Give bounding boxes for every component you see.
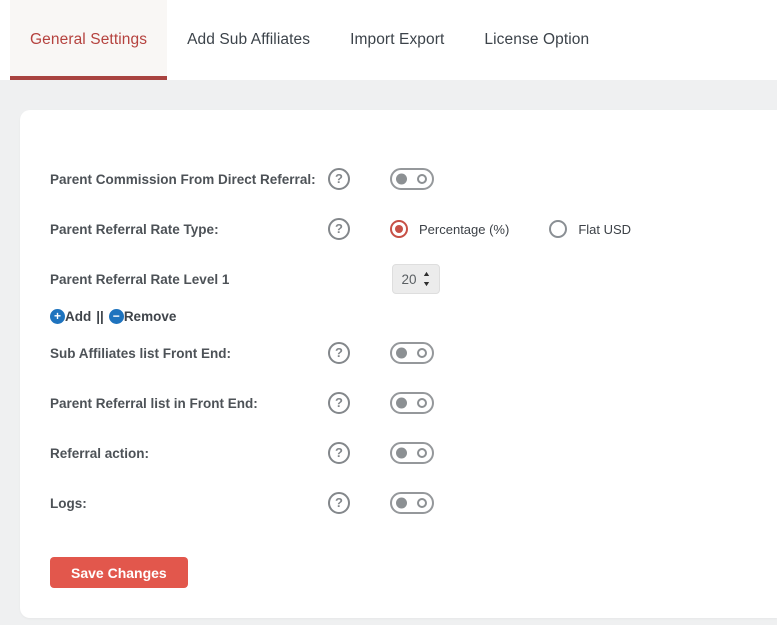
- toggle-ring: [417, 448, 427, 458]
- remove-level-link[interactable]: − Remove: [108, 308, 177, 324]
- help-icon[interactable]: ?: [328, 342, 350, 364]
- tab-label: Import Export: [350, 31, 445, 48]
- toggle-ring: [417, 348, 427, 358]
- parent-referral-list-label: Parent Referral list in Front End:: [50, 395, 258, 411]
- parent-commission-toggle[interactable]: [390, 168, 434, 190]
- row-sub-affiliates-list: Sub Affiliates list Front End: ?: [50, 328, 737, 378]
- parent-referral-list-toggle[interactable]: [390, 392, 434, 414]
- help-icon[interactable]: ?: [328, 442, 350, 464]
- rate-type-label: Parent Referral Rate Type:: [50, 221, 219, 237]
- settings-tab-bar: General Settings Add Sub Affiliates Impo…: [0, 0, 777, 80]
- tab-label: License Option: [484, 31, 590, 48]
- logs-toggle[interactable]: [390, 492, 434, 514]
- row-parent-commission: Parent Commission From Direct Referral: …: [50, 154, 737, 204]
- toggle-knob: [396, 397, 407, 409]
- spinner-up-icon[interactable]: ▲: [422, 271, 431, 278]
- toggle-ring: [417, 498, 427, 508]
- minus-circle-icon: −: [108, 308, 124, 324]
- sub-affiliates-list-label: Sub Affiliates list Front End:: [50, 345, 231, 361]
- radio-dot: [554, 225, 562, 233]
- general-settings-panel: Parent Commission From Direct Referral: …: [20, 110, 777, 618]
- help-icon[interactable]: ?: [328, 218, 350, 240]
- radio-option-flat-usd[interactable]: Flat USD: [549, 220, 631, 238]
- referral-action-toggle[interactable]: [390, 442, 434, 464]
- row-rate-level: Parent Referral Rate Level 1 ▲ ▼ + Add |…: [50, 254, 737, 328]
- referral-action-label: Referral action:: [50, 445, 150, 461]
- link-separator: ||: [96, 308, 104, 324]
- tab-add-sub-affiliates[interactable]: Add Sub Affiliates: [167, 0, 330, 80]
- save-changes-button[interactable]: Save Changes: [50, 557, 188, 588]
- toggle-knob: [396, 497, 407, 509]
- remove-level-label: Remove: [123, 308, 177, 324]
- help-icon[interactable]: ?: [328, 492, 350, 514]
- row-rate-type: Parent Referral Rate Type: ? Percentage …: [50, 204, 737, 254]
- row-logs: Logs: ?: [50, 478, 737, 528]
- plus-circle-icon: +: [50, 308, 65, 324]
- parent-commission-label: Parent Commission From Direct Referral:: [50, 171, 316, 187]
- row-parent-referral-list: Parent Referral list in Front End: ?: [50, 378, 737, 428]
- rate-level-input[interactable]: [393, 265, 421, 293]
- radio-percentage[interactable]: [390, 220, 408, 238]
- tab-import-export[interactable]: Import Export: [330, 0, 464, 80]
- tab-label: General Settings: [30, 31, 148, 48]
- toggle-knob: [396, 447, 407, 459]
- add-level-link[interactable]: + Add: [50, 308, 92, 324]
- toggle-knob: [396, 347, 407, 359]
- radio-option-percentage[interactable]: Percentage (%): [390, 220, 509, 238]
- tab-license-option[interactable]: License Option: [464, 0, 609, 80]
- add-level-label: Add: [65, 308, 92, 324]
- radio-percentage-label: Percentage (%): [419, 221, 510, 237]
- rate-level-label: Parent Referral Rate Level 1: [50, 271, 230, 287]
- radio-flat-usd-label: Flat USD: [578, 221, 632, 237]
- toggle-ring: [417, 174, 427, 184]
- help-icon[interactable]: ?: [328, 168, 350, 190]
- help-icon[interactable]: ?: [328, 392, 350, 414]
- sub-affiliates-list-toggle[interactable]: [390, 342, 434, 364]
- radio-dot: [395, 225, 403, 233]
- tab-general-settings[interactable]: General Settings: [10, 0, 168, 80]
- tab-label: Add Sub Affiliates: [187, 31, 311, 48]
- number-spinner: ▲ ▼: [422, 271, 433, 288]
- rate-level-field: ▲ ▼: [392, 264, 440, 294]
- toggle-ring: [417, 398, 427, 408]
- row-referral-action: Referral action: ?: [50, 428, 737, 478]
- spinner-down-icon[interactable]: ▼: [422, 281, 431, 288]
- radio-flat-usd[interactable]: [549, 220, 568, 238]
- logs-label: Logs:: [50, 495, 87, 511]
- toggle-knob: [396, 173, 407, 185]
